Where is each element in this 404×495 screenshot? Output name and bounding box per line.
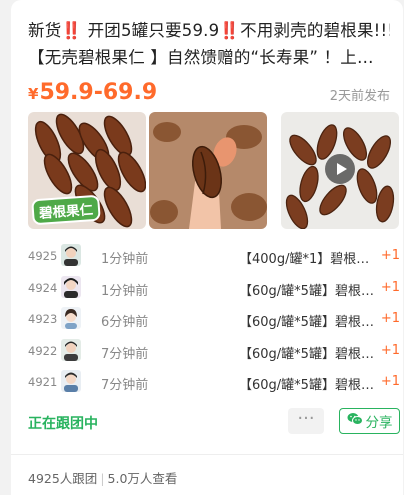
post-title[interactable]: 新货‼️ 开团5罐只要59.9‼️不用剥壳的碧根果!!!! 【无壳碧根果仁 】自…: [28, 17, 390, 71]
order-quantity: +1: [380, 342, 400, 358]
wechat-icon: [347, 412, 363, 430]
order-time: 6分钟前: [101, 315, 149, 330]
order-item: 【60g/罐*5罐】碧根果仁: [239, 283, 379, 299]
title-line-2: 【无壳碧根果仁 】自然馈赠的“长寿果” ！上新啦: [28, 48, 390, 67]
order-item: 【400g/罐*1】碧根果仁: [239, 252, 379, 267]
order-number: 4925: [28, 249, 58, 263]
recent-orders-list: 4925 1分钟前 【400g/罐*1】碧根果仁 +1 4924 1分钟前 【6…: [28, 244, 400, 402]
play-icon[interactable]: [325, 154, 355, 184]
order-number: 4924: [28, 280, 58, 295]
order-item: 【60g/罐*5罐】碧根果仁: [239, 315, 379, 330]
order-time: 7分钟前: [101, 378, 149, 393]
order-number: 4921: [28, 375, 58, 389]
order-item: 【60g/罐*5罐】碧根果仁: [239, 378, 379, 393]
avatar: [61, 370, 81, 392]
product-video[interactable]: [281, 112, 399, 229]
order-quantity: +1: [380, 374, 400, 389]
product-photo-1[interactable]: 碧根果仁: [28, 112, 146, 229]
order-time: 1分钟前: [101, 283, 149, 299]
photo-gallery: 碧根果仁: [28, 112, 400, 229]
stats-footer: 4925人跟团 | 5.0万人查看: [28, 468, 177, 487]
order-number: 4923: [28, 312, 58, 326]
group-status: 正在跟团中: [28, 416, 98, 432]
product-photo-badge: 碧根果仁: [31, 194, 101, 226]
more-button[interactable]: ···: [288, 408, 324, 434]
price-range: ¥59.9-69.9: [28, 79, 157, 108]
joined-count: 4925人跟团: [28, 471, 98, 486]
avatar: [61, 244, 81, 266]
price-value: 59.9-69.9: [39, 80, 158, 105]
order-time: 1分钟前: [101, 252, 149, 267]
group-buy-card[interactable]: 新货‼️ 开团5罐只要59.9‼️不用剥壳的碧根果!!!! 【无壳碧根果仁 】自…: [11, 0, 403, 495]
share-label: 分享: [365, 415, 393, 431]
view-count: 5.0万人查看: [107, 471, 178, 486]
share-button[interactable]: 分享: [339, 408, 400, 434]
order-row[interactable]: 4925 1分钟前 【400g/罐*1】碧根果仁 +1: [28, 244, 400, 276]
order-quantity: +1: [380, 311, 400, 326]
order-quantity: +1: [380, 279, 400, 295]
order-time: 7分钟前: [101, 346, 149, 362]
order-quantity: +1: [380, 248, 400, 263]
product-photo-2[interactable]: [149, 112, 267, 229]
order-row[interactable]: 4923 6分钟前 【60g/罐*5罐】碧根果仁 +1: [28, 307, 400, 339]
posted-time: 2天前发布: [329, 89, 390, 104]
title-line-1: 新货‼️ 开团5罐只要59.9‼️不用剥壳的碧根果!!!!: [28, 21, 390, 40]
avatar: [61, 275, 81, 298]
divider: [11, 454, 403, 455]
currency-symbol: ¥: [28, 85, 39, 103]
separator: |: [100, 471, 105, 486]
avatar: [61, 307, 81, 329]
order-row[interactable]: 4922 7分钟前 【60g/罐*5罐】碧根果仁 +1: [28, 338, 400, 371]
order-row[interactable]: 4921 7分钟前 【60g/罐*5罐】碧根果仁 +1: [28, 370, 400, 402]
order-number: 4922: [28, 343, 58, 358]
order-item: 【60g/罐*5罐】碧根果仁: [239, 346, 379, 362]
order-row[interactable]: 4924 1分钟前 【60g/罐*5罐】碧根果仁 +1: [28, 275, 400, 308]
avatar: [61, 338, 81, 361]
